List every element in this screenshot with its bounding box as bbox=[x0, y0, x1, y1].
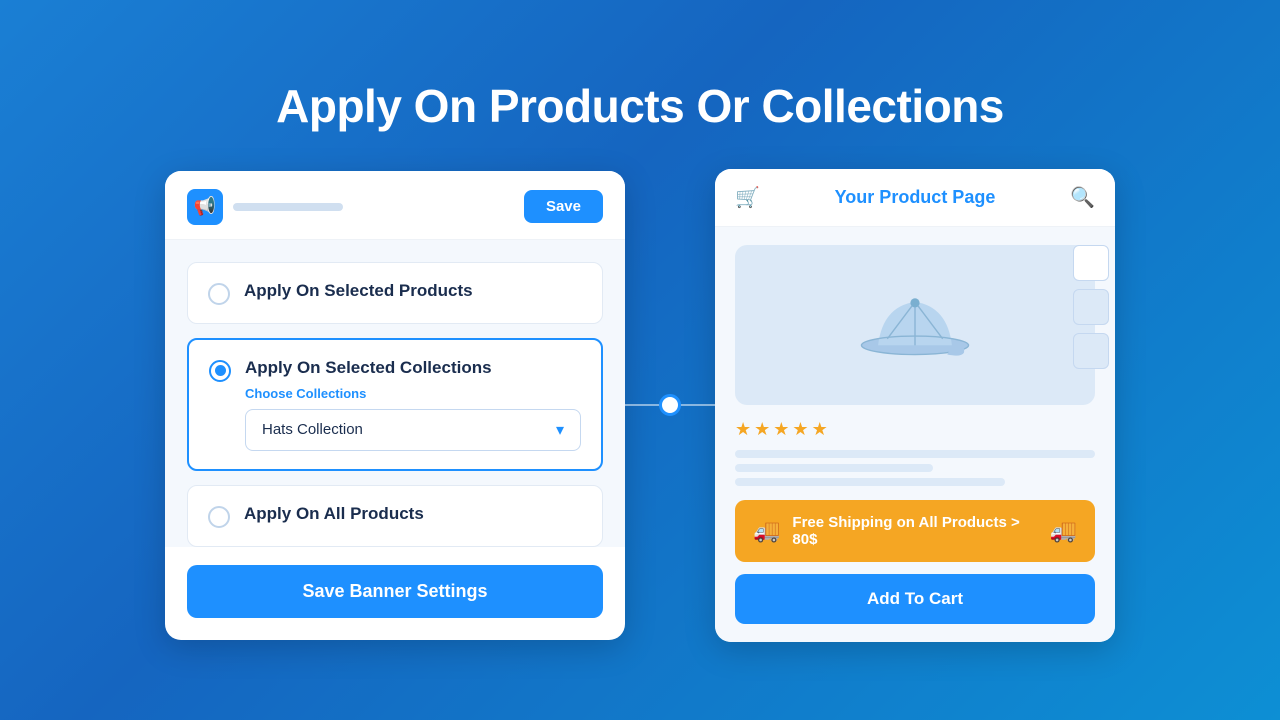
search-icon: 🔍 bbox=[1070, 185, 1095, 210]
stars-row: ★ ★ ★ ★ ★ bbox=[735, 419, 1095, 440]
radio-inner-2: Apply On Selected Collections Choose Col… bbox=[245, 358, 581, 451]
connector bbox=[625, 404, 715, 406]
option-selected-collections[interactable]: Apply On Selected Collections Choose Col… bbox=[187, 338, 603, 471]
thumbnail-3[interactable] bbox=[1073, 333, 1109, 369]
option-label-1: Apply On Selected Products bbox=[244, 281, 473, 300]
card-header: 📢 Save bbox=[165, 171, 625, 240]
card-body: Apply On Selected Products Apply On Sele… bbox=[165, 240, 625, 547]
cart-icon: 🛒 bbox=[735, 185, 760, 210]
cards-container: 📢 Save Apply On Selected Products Apply … bbox=[165, 169, 1115, 642]
content-line-1 bbox=[735, 450, 1095, 458]
truck-icon-left: 🚚 bbox=[753, 518, 780, 544]
content-line-3 bbox=[735, 478, 1005, 486]
hat-illustration bbox=[855, 275, 975, 375]
page-title: Apply On Products Or Collections bbox=[276, 79, 1004, 133]
thumbnail-2[interactable] bbox=[1073, 289, 1109, 325]
star-1: ★ bbox=[735, 419, 751, 440]
chevron-down-icon: ▾ bbox=[556, 420, 564, 440]
shipping-text: Free Shipping on All Products > 80$ bbox=[792, 514, 1037, 548]
option-all-products[interactable]: Apply On All Products bbox=[187, 485, 603, 547]
radio-unselected-3[interactable] bbox=[208, 506, 230, 528]
star-2: ★ bbox=[754, 419, 770, 440]
megaphone-icon: 📢 bbox=[194, 196, 216, 217]
add-to-cart-button[interactable]: Add To Cart bbox=[735, 574, 1095, 624]
right-card-body: ★ ★ ★ ★ ★ 🚚 Free Shipping on All Product… bbox=[715, 227, 1115, 642]
star-4: ★ bbox=[792, 419, 808, 440]
radio-unselected-1[interactable] bbox=[208, 283, 230, 305]
right-card-header: 🛒 Your Product Page 🔍 bbox=[715, 169, 1115, 227]
shipping-banner: 🚚 Free Shipping on All Products > 80$ 🚚 bbox=[735, 500, 1095, 562]
product-thumbnails bbox=[1073, 245, 1109, 369]
thumbnail-1[interactable] bbox=[1073, 245, 1109, 281]
product-image-area bbox=[735, 245, 1095, 405]
collection-dropdown[interactable]: Hats Collection ▾ bbox=[245, 409, 581, 451]
star-5: ★ bbox=[812, 419, 828, 440]
header-left: 📢 bbox=[187, 189, 343, 225]
truck-icon-right: 🚚 bbox=[1050, 518, 1077, 544]
save-button[interactable]: Save bbox=[524, 190, 603, 223]
option-label-2: Apply On Selected Collections bbox=[245, 358, 492, 377]
content-lines bbox=[735, 450, 1095, 486]
radio-inner-3: Apply On All Products bbox=[244, 504, 582, 524]
right-card: 🛒 Your Product Page 🔍 bbox=[715, 169, 1115, 642]
left-card: 📢 Save Apply On Selected Products Apply … bbox=[165, 171, 625, 640]
connector-dot bbox=[659, 394, 681, 416]
save-banner-button[interactable]: Save Banner Settings bbox=[187, 565, 603, 618]
choose-collections-label: Choose Collections bbox=[245, 386, 581, 401]
dropdown-value: Hats Collection bbox=[262, 421, 363, 438]
option-selected-products[interactable]: Apply On Selected Products bbox=[187, 262, 603, 324]
option-label-3: Apply On All Products bbox=[244, 504, 424, 523]
header-line bbox=[233, 203, 343, 211]
content-line-2 bbox=[735, 464, 933, 472]
star-3: ★ bbox=[773, 419, 789, 440]
product-page-title: Your Product Page bbox=[760, 187, 1070, 208]
radio-checked-2[interactable] bbox=[209, 360, 231, 382]
header-icon-box: 📢 bbox=[187, 189, 223, 225]
radio-inner-1: Apply On Selected Products bbox=[244, 281, 582, 301]
